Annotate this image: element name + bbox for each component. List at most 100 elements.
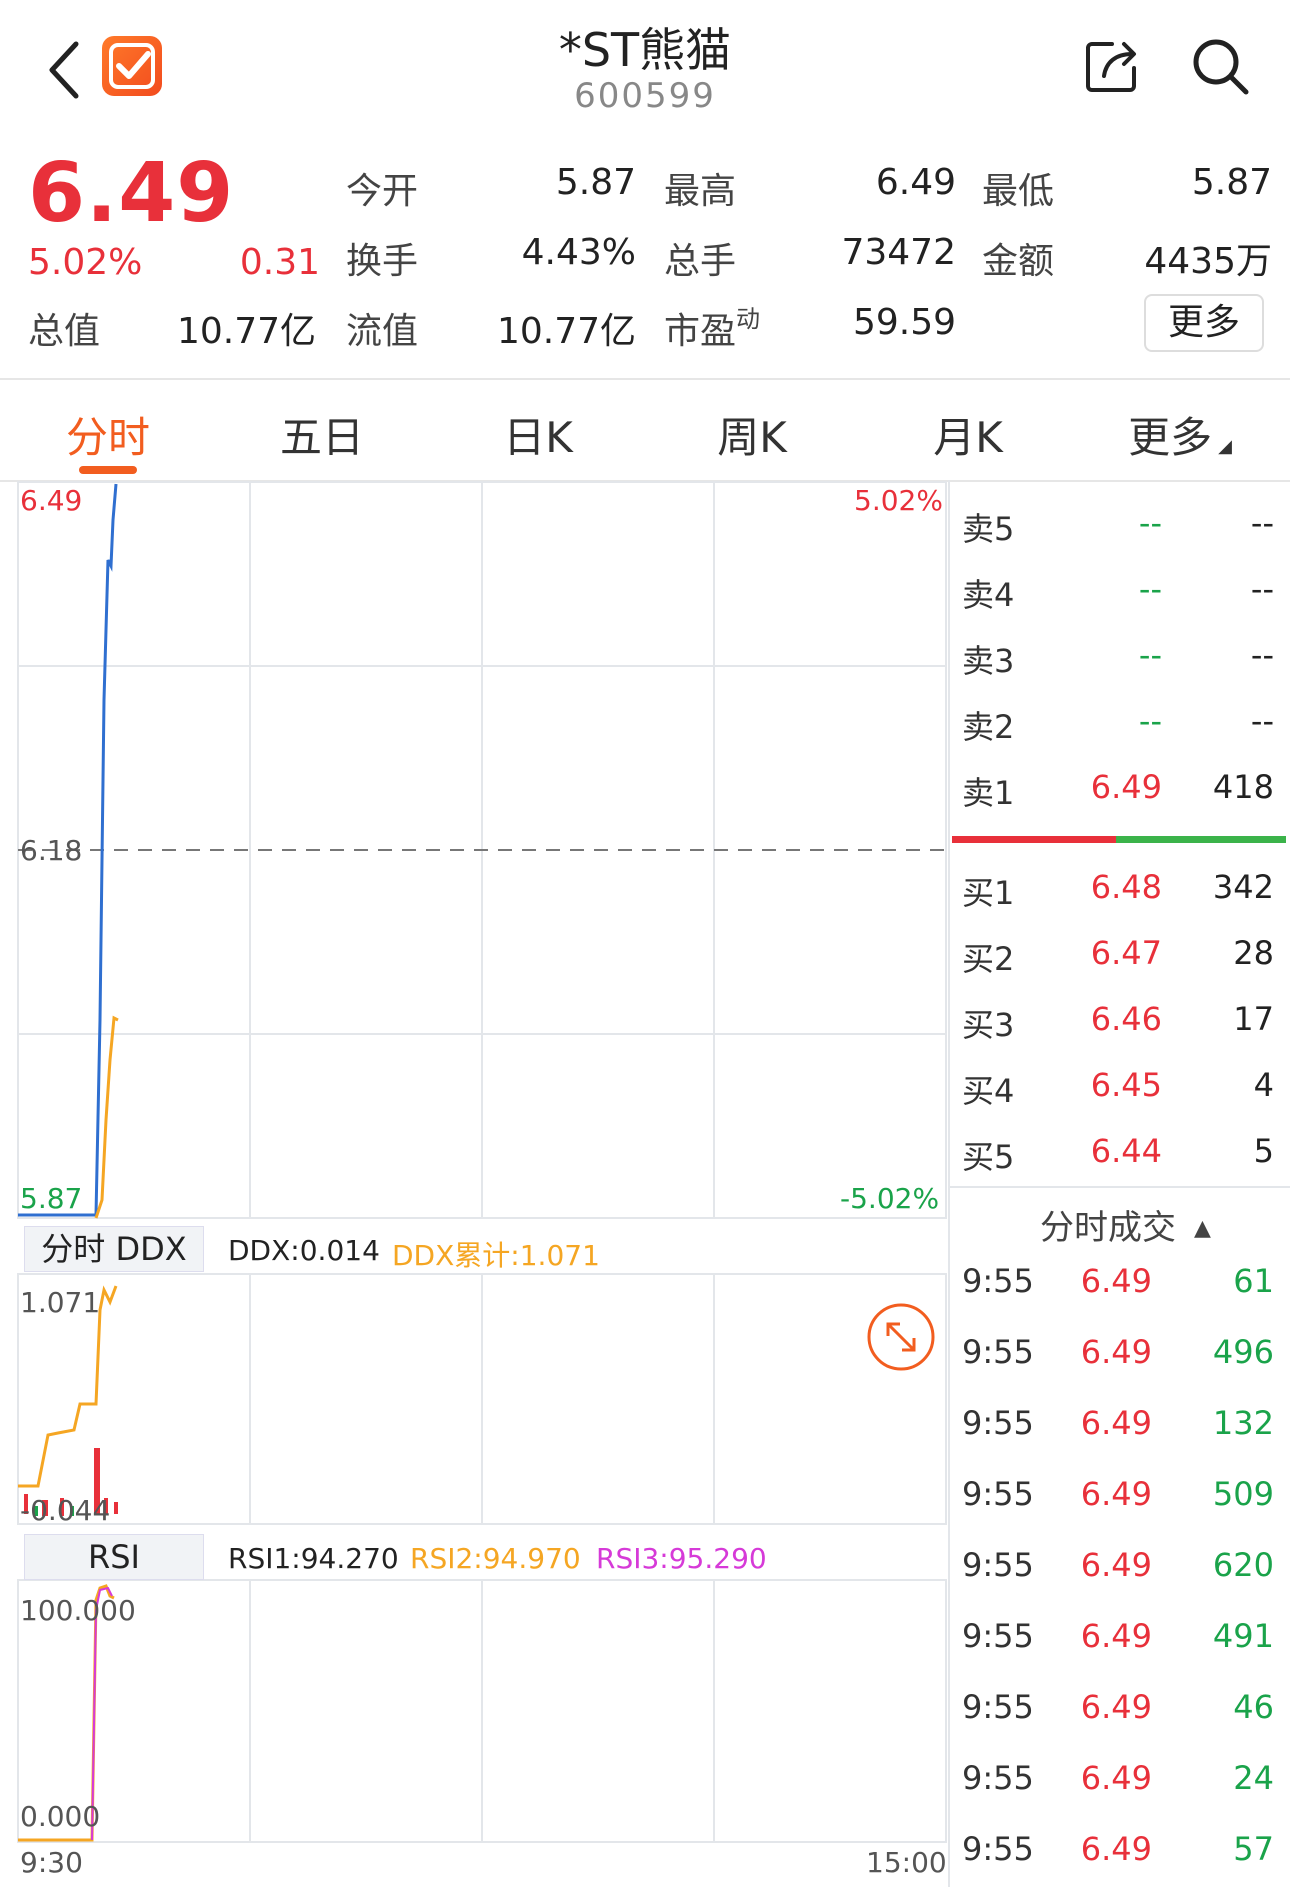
low-value: 5.87: [1191, 162, 1272, 203]
bid-1-price: 6.48: [1090, 868, 1162, 906]
ask-3-price: --: [1138, 636, 1162, 674]
trade-price: 6.49: [1080, 1617, 1152, 1655]
expand-arrows-icon: [867, 1303, 935, 1371]
indicator-ddx-selector[interactable]: 分时 DDX: [24, 1226, 204, 1272]
trade-time: 9:55: [962, 1688, 1034, 1726]
stock-name: *ST熊猫: [558, 23, 732, 77]
app-checkmark-logo[interactable]: [102, 36, 162, 96]
y-axis-top: 6.49: [20, 484, 83, 517]
y-axis-bottom: 5.87: [20, 1182, 83, 1215]
trade-price: 6.49: [1080, 1475, 1152, 1513]
header: *ST熊猫 600599: [0, 0, 1290, 140]
ask-1-price: 6.49: [1090, 768, 1162, 806]
share-button[interactable]: [1082, 36, 1142, 96]
bid-strength-bar: [1116, 836, 1286, 843]
bid-3-volume: 17: [1233, 1000, 1274, 1038]
ddx-value: DDX:0.014: [228, 1234, 380, 1267]
ask-2-price: --: [1138, 702, 1162, 740]
pct-axis-top: 5.02%: [854, 484, 943, 517]
trade-volume: 24: [1233, 1759, 1274, 1797]
bid-5-label: 买5: [962, 1138, 1015, 1176]
float-value: 10.77亿: [496, 311, 636, 352]
tab-monthly-k[interactable]: 月K: [888, 404, 1048, 465]
change-amount: 0.31: [239, 242, 320, 283]
rsi1-value: RSI1:94.270: [228, 1542, 399, 1575]
trade-volume: 57: [1233, 1830, 1274, 1868]
ask-1-volume: 418: [1212, 768, 1274, 806]
trade-time: 9:55: [962, 1617, 1034, 1655]
chart-tabs: 分时 五日 日K 周K 月K 更多 ◢: [0, 380, 1290, 480]
trade-time: 9:55: [962, 1830, 1034, 1868]
trade-volume: 61: [1233, 1262, 1274, 1300]
trade-price: 6.49: [1080, 1262, 1152, 1300]
trade-volume: 496: [1212, 1333, 1274, 1371]
trade-price: 6.49: [1080, 1830, 1152, 1868]
bid-1-volume: 342: [1212, 868, 1274, 906]
trade-volume: 509: [1212, 1475, 1274, 1513]
bid-5-price: 6.44: [1090, 1132, 1162, 1170]
ddx-cumulative: DDX累计:1.071: [392, 1239, 600, 1272]
change-percent: 5.02%: [28, 242, 143, 283]
trade-price: 6.49: [1080, 1688, 1152, 1726]
bid-2-price: 6.47: [1090, 934, 1162, 972]
high-label: 最高: [664, 171, 737, 212]
caret-up-icon: ▲: [1194, 1216, 1211, 1241]
open-value: 5.87: [555, 162, 636, 203]
tab-intraday[interactable]: 分时: [28, 404, 188, 465]
divider: [950, 1186, 1290, 1188]
ask-3-volume: --: [1250, 636, 1274, 674]
ask-2-volume: --: [1250, 702, 1274, 740]
tab-daily-k[interactable]: 日K: [458, 404, 618, 465]
last-price: 6.49: [28, 146, 235, 241]
bid-4-volume: 4: [1253, 1066, 1274, 1104]
volume-label: 总手: [664, 241, 737, 282]
bid-3-price: 6.46: [1090, 1000, 1162, 1038]
ask-3-label: 卖3: [962, 642, 1015, 680]
ask-2-label: 卖2: [962, 708, 1015, 746]
trade-time: 9:55: [962, 1759, 1034, 1797]
ask-4-label: 卖4: [962, 576, 1015, 614]
trades-title-toggle[interactable]: 分时成交 ▲: [1040, 1200, 1211, 1249]
low-label: 最低: [982, 171, 1055, 212]
open-label: 今开: [346, 171, 419, 212]
more-quote-button[interactable]: 更多: [1144, 294, 1264, 352]
expand-chart-button[interactable]: [866, 1302, 936, 1372]
mktcap-value: 10.77亿: [176, 311, 316, 352]
pe-superscript: 动: [736, 305, 761, 333]
x-axis-start: 9:30: [20, 1846, 83, 1879]
tab-more[interactable]: 更多 ◢: [1100, 404, 1260, 465]
ask-4-price: --: [1138, 570, 1162, 608]
trade-price: 6.49: [1080, 1759, 1152, 1797]
indicator-rsi-selector[interactable]: RSI: [24, 1534, 204, 1580]
pe-value: 59.59: [852, 302, 956, 343]
caret-down-icon: ◢: [1218, 436, 1232, 457]
tab-five-day[interactable]: 五日: [242, 404, 402, 465]
volume-value: 73472: [841, 232, 956, 273]
search-button[interactable]: [1188, 34, 1252, 98]
trade-time: 9:55: [962, 1475, 1034, 1513]
ask-5-label: 卖5: [962, 510, 1015, 548]
ask-4-volume: --: [1250, 570, 1274, 608]
trade-price: 6.49: [1080, 1546, 1152, 1584]
trade-time: 9:55: [962, 1546, 1034, 1584]
intraday-chart[interactable]: [0, 480, 950, 1887]
bid-1-label: 买1: [962, 874, 1015, 912]
chevron-left-icon: [49, 41, 79, 99]
share-icon: [1086, 42, 1136, 92]
trade-price: 6.49: [1080, 1404, 1152, 1442]
ddx-y-bottom: -0.044: [20, 1494, 111, 1527]
ask-5-price: --: [1138, 504, 1162, 542]
back-button[interactable]: [40, 30, 90, 110]
bid-2-volume: 28: [1233, 934, 1274, 972]
high-value: 6.49: [875, 162, 956, 203]
amount-value: 4435万: [1144, 241, 1272, 282]
panel-divider: [948, 480, 950, 1887]
float-label: 流值: [346, 311, 419, 352]
trade-volume: 620: [1212, 1546, 1274, 1584]
ddx-y-top: 1.071: [20, 1286, 101, 1319]
bid-5-volume: 5: [1253, 1132, 1274, 1170]
bid-3-label: 买3: [962, 1006, 1015, 1044]
quote-panel: 6.49 5.02% 0.31 今开 5.87 最高 6.49 最低 5.87 …: [0, 140, 1290, 378]
tab-weekly-k[interactable]: 周K: [672, 404, 832, 465]
amount-label: 金额: [982, 241, 1055, 282]
